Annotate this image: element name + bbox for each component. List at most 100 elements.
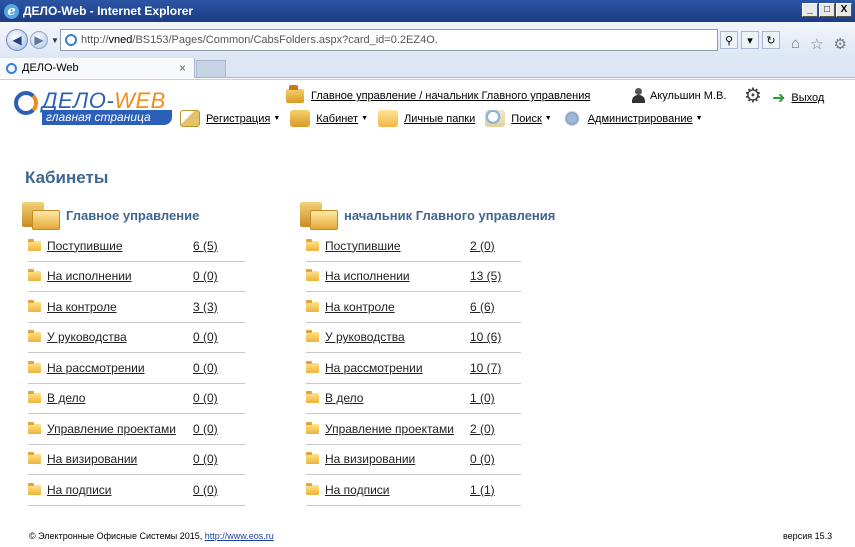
folder-row[interactable]: В дело 1 (0) xyxy=(306,384,521,414)
folder-icon xyxy=(306,269,319,282)
folder-name[interactable]: На рассмотрении xyxy=(325,361,423,375)
url-dropdown-icon[interactable]: ▾ xyxy=(741,31,759,49)
window-titlebar: e ДЕЛО-Web - Internet Explorer _ □ X xyxy=(0,0,855,22)
folder-row[interactable]: На контроле 3 (3) xyxy=(28,292,245,323)
cabinet-folders-icon xyxy=(18,200,60,230)
search-icon[interactable]: ⚲ xyxy=(720,31,738,49)
tab-delo-web[interactable]: ДЕЛО-Web × xyxy=(0,58,195,78)
briefcase-icon xyxy=(286,85,304,103)
folder-row[interactable]: Поступившие 2 (0) xyxy=(306,231,521,262)
logout-button[interactable]: ➜ Выход xyxy=(772,88,824,108)
folder-count[interactable]: 3 (3) xyxy=(193,300,218,314)
folder-row[interactable]: Управление проектами 0 (0) xyxy=(28,414,245,445)
minimize-button[interactable]: _ xyxy=(802,3,818,17)
folder-name[interactable]: У руководства xyxy=(325,330,405,344)
folder-name[interactable]: На визировании xyxy=(47,452,137,466)
folder-count[interactable]: 1 (1) xyxy=(470,483,495,497)
menu-registration[interactable]: Регистрация ▼ xyxy=(180,110,280,127)
folder-row[interactable]: На подписи 1 (1) xyxy=(306,475,521,506)
app-logo[interactable]: ДЕЛО-WEB главная страница xyxy=(14,87,176,127)
refresh-icon[interactable]: ↻ xyxy=(762,31,780,49)
folder-name[interactable]: Управление проектами xyxy=(325,422,454,436)
folder-count[interactable]: 2 (0) xyxy=(470,239,495,253)
search-icon xyxy=(485,110,506,127)
folder-count[interactable]: 6 (6) xyxy=(470,300,495,314)
folder-name[interactable]: Управление проектами xyxy=(47,422,176,436)
folder-count[interactable]: 0 (0) xyxy=(193,452,218,466)
folder-name[interactable]: Поступившие xyxy=(325,239,401,253)
folder-name[interactable]: На визировании xyxy=(325,452,415,466)
folder-row[interactable]: На визировании 0 (0) xyxy=(28,445,245,475)
new-tab-button[interactable] xyxy=(196,60,226,78)
folder-name[interactable]: На контроле xyxy=(325,300,395,314)
folder-name[interactable]: В дело xyxy=(47,391,85,405)
home-icon[interactable]: ⌂ xyxy=(791,35,800,53)
personal-folders-icon xyxy=(378,110,399,127)
page-icon xyxy=(65,34,77,46)
folder-row[interactable]: У руководства 10 (6) xyxy=(306,323,521,353)
folder-name[interactable]: На подписи xyxy=(325,483,390,497)
browser-tools: ⌂ ☆ ⚙ xyxy=(791,35,847,53)
department-link[interactable]: Главное управление / начальник Главного … xyxy=(286,85,590,103)
folder-count[interactable]: 0 (0) xyxy=(193,361,218,375)
url-input[interactable]: http://vned/BS153/Pages/Common/CabsFolde… xyxy=(60,29,718,51)
folder-row[interactable]: На исполнении 13 (5) xyxy=(306,262,521,292)
back-button[interactable]: ◀ xyxy=(6,29,28,51)
menu-administration[interactable]: Администрирование ▼ xyxy=(561,110,703,127)
folder-row[interactable]: В дело 0 (0) xyxy=(28,384,245,414)
folder-name[interactable]: На рассмотрении xyxy=(47,361,145,375)
folder-count[interactable]: 10 (6) xyxy=(470,330,501,344)
folder-row[interactable]: На контроле 6 (6) xyxy=(306,292,521,323)
folder-count[interactable]: 0 (0) xyxy=(193,483,218,497)
folder-row[interactable]: На рассмотрении 10 (7) xyxy=(306,353,521,384)
close-window-button[interactable]: X xyxy=(836,3,852,17)
main-menu: Регистрация ▼ Кабинет ▼ Личные папки Поиск… xyxy=(180,110,713,127)
tools-gear-icon[interactable]: ⚙ xyxy=(834,35,847,53)
folder-count[interactable]: 1 (0) xyxy=(470,391,495,405)
cabinet-title: Главное управление xyxy=(18,200,248,230)
history-dropdown-icon[interactable]: ▼ xyxy=(51,36,59,45)
folder-row[interactable]: На исполнении 0 (0) xyxy=(28,262,245,292)
eos-link[interactable]: http://www.eos.ru xyxy=(205,531,274,541)
folder-row[interactable]: На рассмотрении 0 (0) xyxy=(28,353,245,384)
folder-name[interactable]: На исполнении xyxy=(325,269,410,283)
tab-bar: ДЕЛО-Web × xyxy=(0,58,855,78)
folder-icon xyxy=(306,238,319,251)
url-host: vned xyxy=(108,34,133,46)
home-page-link[interactable]: главная страница xyxy=(42,110,172,125)
folder-count[interactable]: 0 (0) xyxy=(193,269,218,283)
folder-count[interactable]: 0 (0) xyxy=(193,330,218,344)
folder-count[interactable]: 2 (0) xyxy=(470,422,495,436)
forward-button[interactable]: ▶ xyxy=(30,31,48,49)
menu-search[interactable]: Поиск ▼ xyxy=(485,110,552,127)
page-content: ДЕЛО-WEB главная страница Главное управл… xyxy=(0,79,855,547)
maximize-button[interactable]: □ xyxy=(819,3,835,17)
folder-name[interactable]: У руководства xyxy=(47,330,127,344)
menu-cabinet[interactable]: Кабинет ▼ xyxy=(290,110,368,127)
folder-row[interactable]: У руководства 0 (0) xyxy=(28,323,245,353)
folder-count[interactable]: 13 (5) xyxy=(470,269,501,283)
folder-count[interactable]: 10 (7) xyxy=(470,361,501,375)
folder-name[interactable]: На подписи xyxy=(47,483,112,497)
folder-count[interactable]: 6 (5) xyxy=(193,239,218,253)
folder-name[interactable]: На исполнении xyxy=(47,269,132,283)
folder-count[interactable]: 0 (0) xyxy=(470,452,495,466)
folder-row[interactable]: На визировании 0 (0) xyxy=(306,445,521,475)
folder-name[interactable]: Поступившие xyxy=(47,239,123,253)
folder-count[interactable]: 0 (0) xyxy=(193,422,218,436)
folder-name[interactable]: На контроле xyxy=(47,300,117,314)
favorites-star-icon[interactable]: ☆ xyxy=(810,35,823,53)
cabinet-folders-icon xyxy=(296,200,338,230)
folder-count[interactable]: 0 (0) xyxy=(193,391,218,405)
settings-gear-icon[interactable]: ⚙ xyxy=(744,83,762,108)
folder-name[interactable]: В дело xyxy=(325,391,363,405)
tab-label: ДЕЛО-Web xyxy=(22,62,79,74)
menu-personal-folders[interactable]: Личные папки xyxy=(378,110,475,127)
folder-row[interactable]: На подписи 0 (0) xyxy=(28,475,245,506)
folder-row[interactable]: Управление проектами 2 (0) xyxy=(306,414,521,445)
folder-row[interactable]: Поступившие 6 (5) xyxy=(28,231,245,262)
chevron-down-icon: ▼ xyxy=(361,115,369,122)
tab-close-icon[interactable]: × xyxy=(179,61,186,75)
chevron-down-icon: ▼ xyxy=(273,115,281,122)
user-name: Акульшин М.В. xyxy=(650,89,727,102)
